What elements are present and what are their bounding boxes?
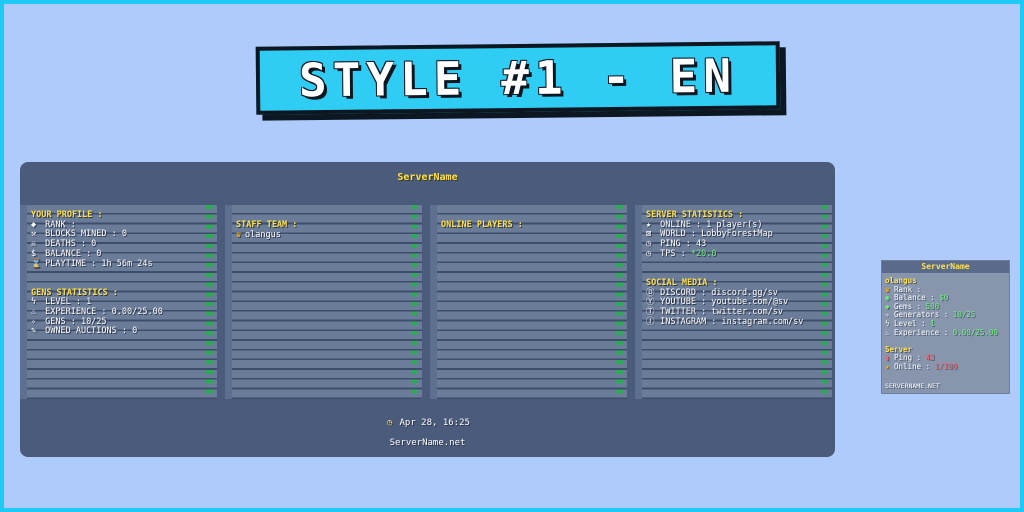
server-title: ServerName [397,172,458,183]
profile-column: YOUR PROFILE : ◆ RANK : ⚒ BLOCKS MINED :… [20,205,217,399]
scoreboard-online: ★ Online : 1/100 [885,361,958,371]
scoreboard-site: SERVERNAME.NET [885,382,940,390]
profile-row-playtime: ⌛ PLAYTIME : 1h 56m 24s [31,258,153,269]
flask-icon: ♨ [885,327,890,337]
scoreboard-title: ServerName [882,261,1009,273]
banner-title: STYLE #1 - EN [298,48,738,108]
server-row-tps: ◷ TPS : *20.0 [646,248,717,259]
online-players-header: ONLINE PLAYERS : [441,220,523,230]
staff-column: STAFF TEAM : ♛ olangus [225,205,422,399]
tab-list-panel: ServerName YOUR PROFILE : ◆ RANK : ⚒ BLO… [20,162,835,457]
footer-site: ServerName.net [389,438,466,448]
star-icon: ★ [885,361,890,371]
social-row-instagram[interactable]: Ⓘ INSTAGRAM : instagram.com/sv [646,316,824,328]
hammer-icon: ✎ [31,326,37,337]
online-players-column: ONLINE PLAYERS : [430,205,627,399]
title-banner: STYLE #1 - EN [255,41,781,115]
footer-time: ◷ Apr 28, 16:25 [386,418,470,428]
crown-icon: ♛ [236,229,242,240]
clock-icon: ◷ [646,248,652,259]
server-column: SERVER STATISTICS : ★ ONLINE : 1 player(… [635,205,832,399]
scoreboard: ServerName olangus ♛ Rank : ◉ Balance : … [881,260,1010,394]
hourglass-icon: ⌛ [31,258,42,269]
scoreboard-experience: ♨ Experience : 0.00/25.00 [885,327,998,337]
clock-icon: ◷ [386,418,393,428]
staff-member[interactable]: ♛ olangus [236,229,414,241]
gens-row-auctions: ✎ OWNED AUCTIONS : 0 [31,326,138,337]
instagram-icon: Ⓘ [646,316,655,327]
